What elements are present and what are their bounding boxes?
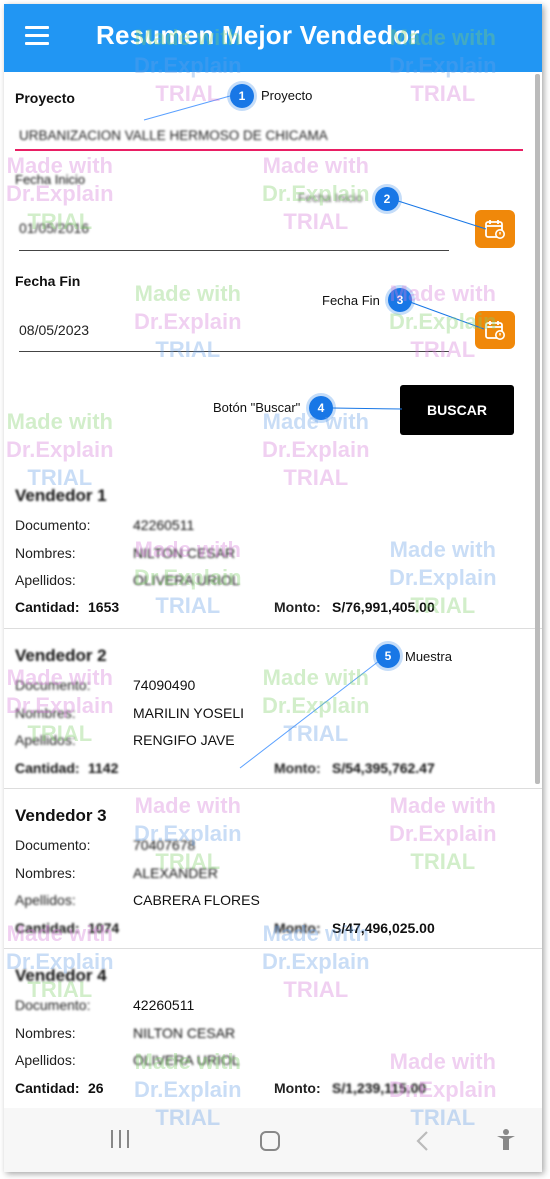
callout-badge-5: 5: [376, 644, 400, 668]
callout-text-4: Botón "Buscar": [213, 400, 301, 415]
app-screen: Resumen Mejor Vendedor Proyecto URBANIZA…: [4, 4, 542, 1172]
callout-badge-1: 1: [230, 84, 254, 108]
callout-text-5: Muestra: [405, 649, 452, 664]
callout-text-1: Proyecto: [261, 88, 313, 103]
callout-lines: [143, 95, 487, 769]
callout-badge-4: 4: [309, 396, 333, 420]
callout-text-2: Fecha Inicio: [298, 191, 363, 205]
callout-text-3: Fecha Fin: [322, 293, 380, 308]
callout-badge-2: 2: [375, 187, 399, 211]
callout-badge-3: 3: [388, 288, 412, 312]
